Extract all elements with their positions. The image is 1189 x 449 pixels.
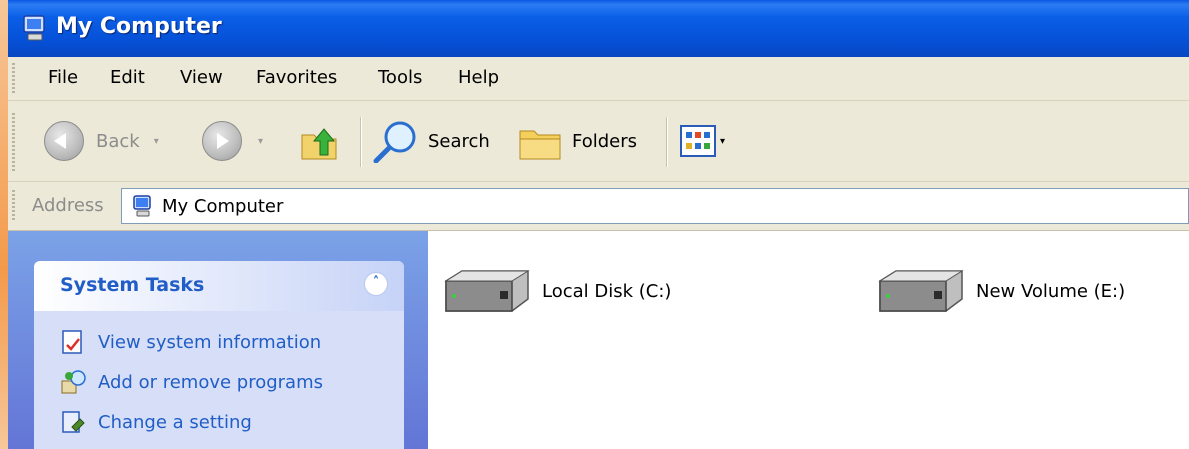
collapse-chevron-icon[interactable]: ˄	[364, 272, 388, 296]
menu-view[interactable]: View	[178, 67, 225, 88]
folders-button[interactable]: Folders	[516, 119, 637, 163]
menu-favorites[interactable]: Favorites	[254, 67, 339, 88]
window-title: My Computer	[56, 14, 222, 39]
standard-toolbar: Back ▾ ▾ Search Folders ▾	[8, 101, 1189, 182]
explorer-window: My Computer File Edit View Favorites Too…	[0, 0, 1189, 449]
drive-label: Local Disk (C:)	[542, 280, 672, 302]
back-button[interactable]: Back ▾	[44, 119, 159, 163]
search-button[interactable]: Search	[372, 119, 490, 163]
address-value: My Computer	[162, 196, 284, 217]
hard-drive-icon	[444, 270, 530, 312]
my-computer-icon	[133, 195, 151, 217]
control-panel-icon	[62, 411, 85, 433]
address-label: Address	[32, 195, 104, 216]
address-bar: Address My Computer	[8, 182, 1189, 231]
search-icon	[373, 121, 416, 163]
system-tasks-header[interactable]: System Tasks ˄	[34, 261, 404, 311]
task-link-change-a-setting[interactable]: Change a setting	[60, 409, 252, 435]
task-link-view-system-information[interactable]: View system information	[60, 329, 321, 355]
drive-label: New Volume (E:)	[976, 280, 1126, 302]
address-grip[interactable]	[12, 190, 15, 222]
add-remove-programs-icon	[61, 370, 86, 394]
back-dropdown-icon: ▾	[153, 135, 159, 147]
drive-local-disk-c[interactable]: Local Disk (C:)	[440, 267, 671, 315]
hard-drive-icon	[878, 270, 964, 312]
back-label: Back	[96, 130, 140, 152]
task-link-label: Add or remove programs	[98, 371, 323, 393]
my-computer-icon	[23, 15, 45, 41]
system-tasks-panel: System Tasks ˄ View system information A…	[34, 261, 404, 449]
forward-arrow-icon	[202, 121, 242, 161]
system-info-icon	[62, 330, 82, 354]
title-bar[interactable]: My Computer	[8, 0, 1189, 57]
views-button[interactable]: ▾	[680, 119, 725, 163]
toolbar-separator	[666, 117, 667, 167]
search-label: Search	[428, 130, 490, 152]
menu-file[interactable]: File	[46, 67, 80, 88]
toolbar-grip[interactable]	[12, 113, 15, 171]
task-pane: System Tasks ˄ View system information A…	[8, 231, 428, 449]
folders-icon	[519, 130, 561, 160]
address-input[interactable]: My Computer	[121, 188, 1189, 224]
menu-grip[interactable]	[12, 63, 15, 93]
background-edge	[0, 0, 8, 449]
menu-help[interactable]: Help	[456, 67, 501, 88]
menu-tools[interactable]: Tools	[376, 67, 424, 88]
views-icon	[680, 125, 716, 157]
forward-button[interactable]: ▾	[202, 119, 263, 163]
back-arrow-icon	[44, 121, 84, 161]
forward-dropdown-icon: ▾	[258, 135, 264, 147]
views-dropdown-icon: ▾	[720, 135, 726, 147]
up-folder-button[interactable]	[298, 119, 342, 163]
task-link-add-remove-programs[interactable]: Add or remove programs	[60, 369, 323, 395]
task-link-label: Change a setting	[98, 411, 252, 433]
task-link-label: View system information	[98, 331, 322, 353]
toolbar-separator	[360, 117, 361, 167]
file-view: Local Disk (C:) New Volume (E:)	[428, 231, 1189, 449]
up-folder-icon	[301, 128, 337, 160]
menu-bar: File Edit View Favorites Tools Help	[8, 57, 1189, 101]
menu-edit[interactable]: Edit	[108, 67, 147, 88]
system-tasks-title: System Tasks	[60, 274, 205, 296]
drive-new-volume-e[interactable]: New Volume (E:)	[874, 267, 1125, 315]
folders-label: Folders	[572, 130, 638, 152]
